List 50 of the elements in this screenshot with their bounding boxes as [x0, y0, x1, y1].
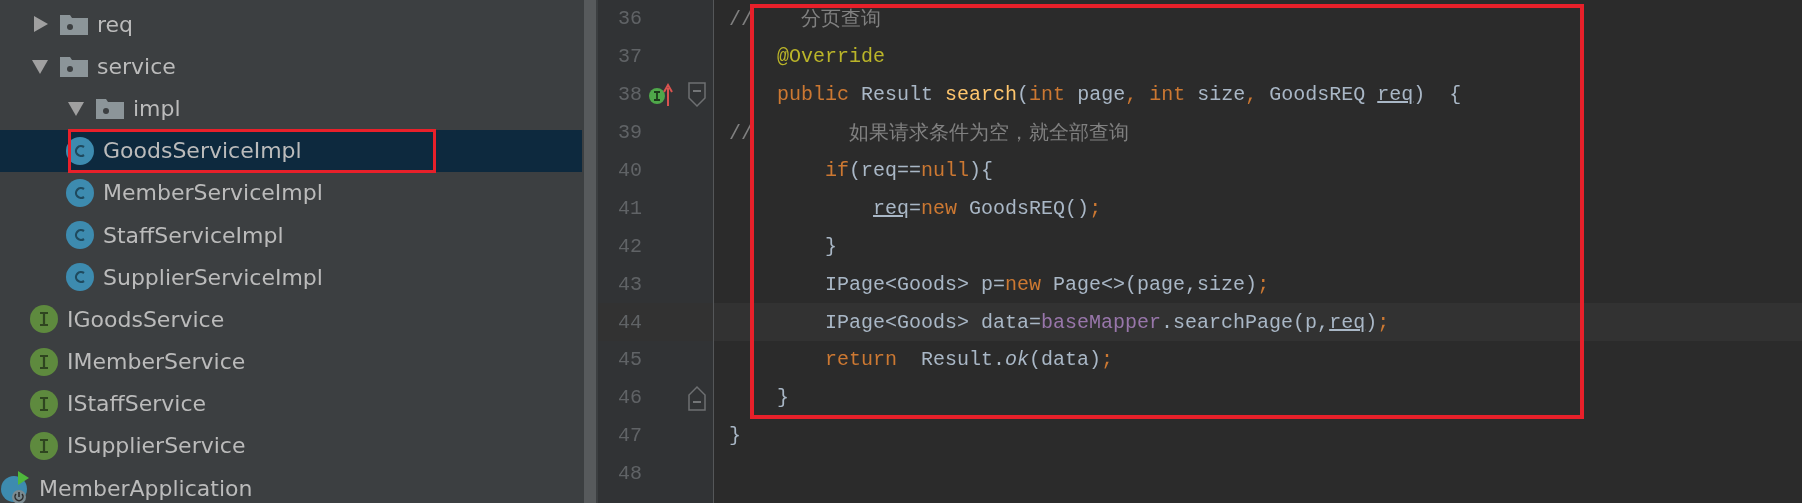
code-text: IPage<Goods> data=baseMapper.searchPage(p,req); [824, 310, 1390, 334]
fold-icon[interactable] [688, 81, 706, 108]
tree-row[interactable]: MemberServiceImpl [0, 171, 582, 214]
class-icon [66, 263, 94, 292]
code-text: req=new GoodsREQ(); [872, 196, 1102, 220]
spring-boot-app-icon [0, 471, 30, 503]
tree-item-label: IMemberService [67, 349, 246, 375]
code-text: IPage<Goods> p=new Page<>(page,size); [824, 272, 1270, 296]
tree-row[interactable]: IMemberService [0, 340, 582, 383]
tree-row[interactable]: req [0, 3, 582, 46]
tree-item-label: service [97, 53, 176, 79]
tree-row[interactable]: MemberApplication [0, 467, 582, 503]
tree-row[interactable]: ISupplierService [0, 424, 582, 468]
scrollbar[interactable] [584, 0, 596, 503]
tree-row[interactable]: IStaffService [0, 382, 582, 425]
code-text: public Result search(int page, int size, GoodsREQ req) { [776, 83, 1462, 107]
implements-marker-icon[interactable] [648, 81, 674, 108]
interface-icon [30, 305, 58, 334]
fold-icon[interactable] [688, 384, 706, 411]
tree-row[interactable]: service [0, 45, 582, 88]
tree-item-label: MemberServiceImpl [103, 180, 323, 206]
tree-item-label: IStaffService [67, 391, 207, 417]
folder-icon [60, 55, 88, 78]
tree-item-label: req [97, 11, 134, 37]
tree-item-label: StaffServiceImpl [103, 222, 284, 248]
code-text: } [824, 234, 838, 258]
code-text: } [776, 386, 790, 410]
tree-row[interactable]: StaffServiceImpl [0, 213, 582, 257]
tree-row[interactable]: impl [0, 87, 582, 130]
interface-icon [30, 431, 58, 460]
tree-item-label: SupplierServiceImpl [103, 264, 323, 290]
interface-icon [30, 389, 58, 418]
folder-icon [60, 13, 88, 36]
tree-item-label: impl [133, 95, 181, 121]
tree-row[interactable]: IGoodsService [0, 298, 582, 341]
tree-row[interactable]: SupplierServiceImpl [0, 256, 582, 299]
tree-item-label: MemberApplication [39, 475, 253, 501]
class-icon [66, 136, 94, 165]
code-text: @Override [776, 45, 886, 69]
tree-item-label: ISupplierService [67, 433, 246, 459]
tree-item-label: GoodsServiceImpl [103, 138, 302, 164]
class-icon [66, 178, 94, 207]
interface-icon [30, 347, 58, 376]
code-text: } [729, 424, 741, 448]
tree-item-label: IGoodsService [67, 306, 225, 332]
folder-icon [96, 97, 124, 120]
class-icon [66, 221, 94, 250]
tree-row[interactable]: GoodsServiceImpl [0, 129, 582, 172]
code-text: if(req==null){ [824, 159, 994, 182]
code-text: return Result.ok(data); [824, 348, 1114, 372]
